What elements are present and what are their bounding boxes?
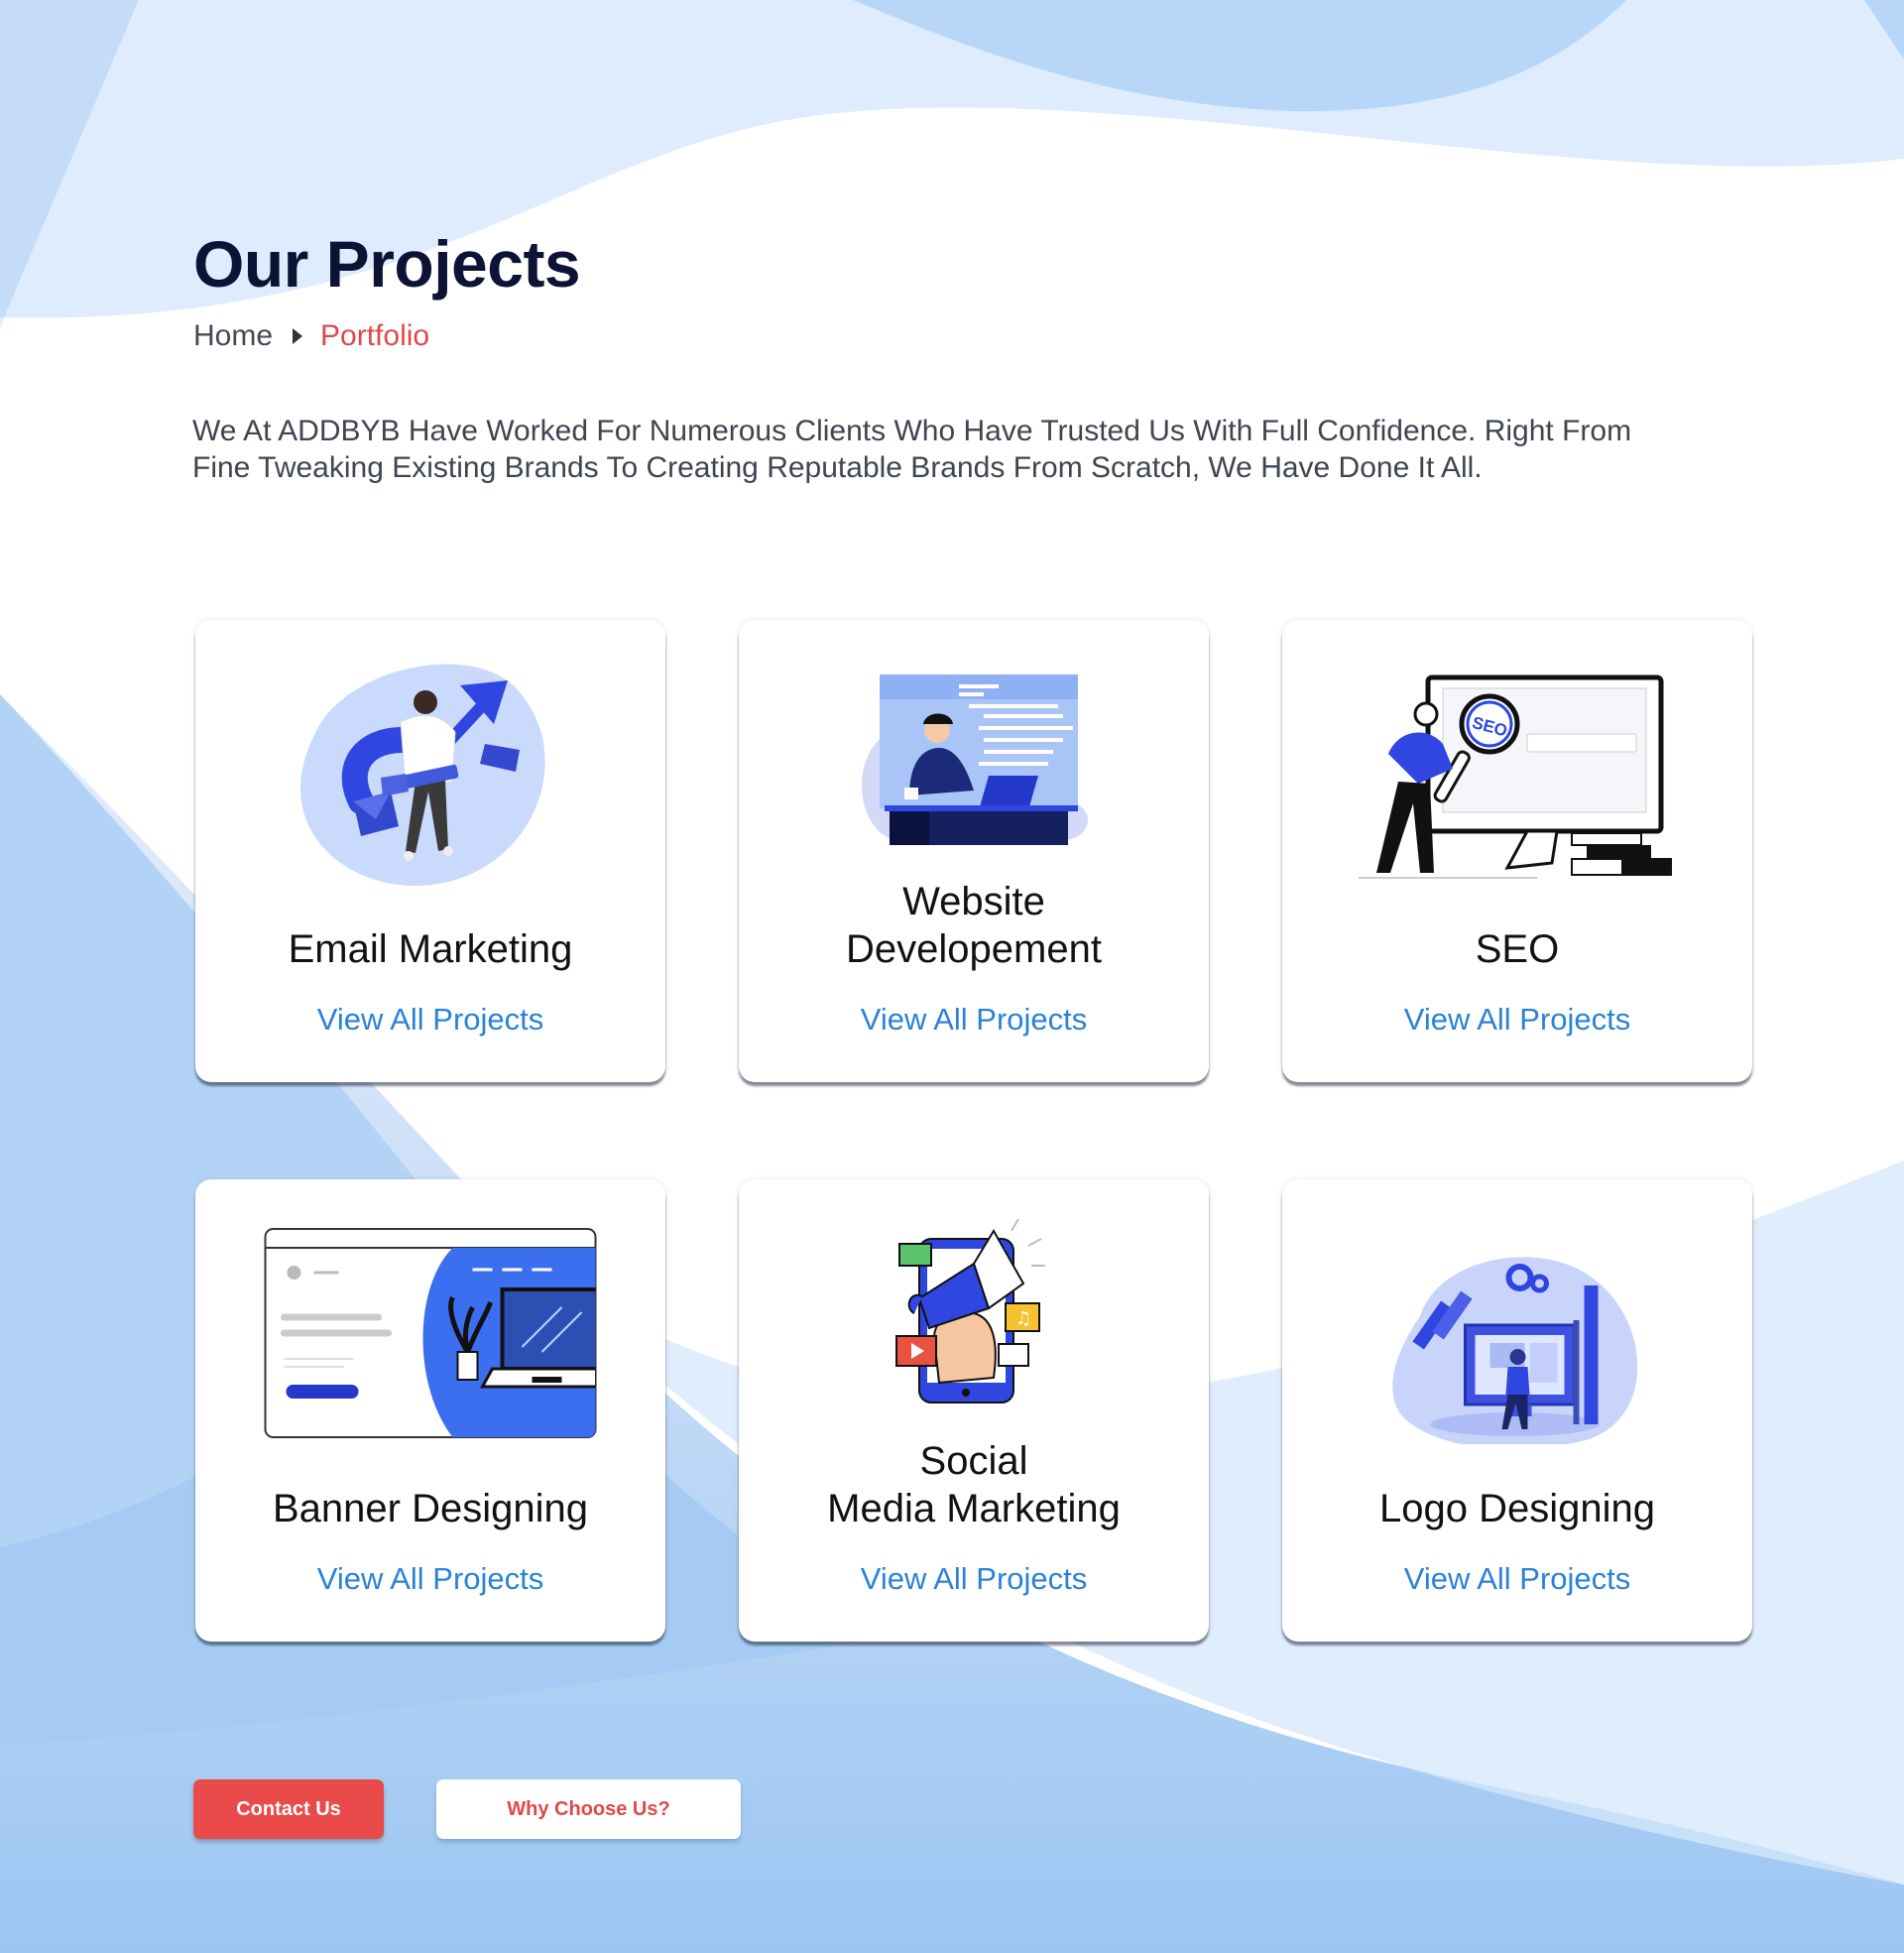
caret-right-icon	[293, 328, 303, 344]
intro-text: We At ADDBYB Have Worked For Numerous Cl…	[192, 413, 1739, 486]
project-card-website-development: Website Developement View All Projects	[739, 620, 1209, 1082]
view-all-projects-link[interactable]: View All Projects	[739, 1002, 1209, 1038]
card-title-line: Email Marketing	[288, 927, 573, 971]
card-title: Social Media Marketing	[739, 1437, 1209, 1532]
view-all-projects-link[interactable]: View All Projects	[195, 1002, 665, 1038]
breadcrumb-current: Portfolio	[320, 319, 430, 352]
contact-us-button[interactable]: Contact Us	[193, 1779, 384, 1839]
card-title-line: SEO	[1475, 927, 1560, 971]
card-title-line: Media Marketing	[827, 1487, 1121, 1530]
view-all-projects-link[interactable]: View All Projects	[1282, 1002, 1752, 1038]
project-card-banner-designing: Banner Designing View All Projects	[195, 1179, 665, 1642]
card-title: Logo Designing	[1282, 1485, 1752, 1532]
view-all-projects-link[interactable]: View All Projects	[1282, 1561, 1752, 1597]
social-media-illustration: ♫	[895, 1219, 1045, 1404]
card-title: Email Marketing	[195, 925, 665, 973]
project-card-social-media-marketing: ♫ Social Media Marketing View All Projec…	[739, 1179, 1209, 1642]
card-title-line: Social	[919, 1439, 1028, 1483]
svg-text:♫: ♫	[1015, 1308, 1031, 1329]
view-all-projects-link[interactable]: View All Projects	[195, 1561, 665, 1597]
email-marketing-illustration	[300, 664, 545, 887]
project-card-logo-designing: Logo Designing View All Projects	[1282, 1179, 1752, 1642]
seo-magnifier-illustration: SEO	[1359, 674, 1672, 879]
card-title-line: Developement	[846, 927, 1102, 971]
card-title-line: Banner Designing	[273, 1487, 588, 1530]
website-development-illustration	[862, 674, 1088, 845]
view-all-projects-link[interactable]: View All Projects	[739, 1561, 1209, 1597]
card-title-line: Logo Designing	[1379, 1487, 1655, 1530]
logo-design-illustration	[1392, 1257, 1638, 1444]
why-choose-us-button[interactable]: Why Choose Us?	[436, 1779, 741, 1839]
banner-design-illustration	[264, 1228, 597, 1438]
intro-line-2: Fine Tweaking Existing Brands To Creatin…	[192, 451, 1483, 484]
project-card-seo: SEO SEO View All Projects	[1282, 620, 1752, 1082]
project-card-email-marketing: Email Marketing View All Projects	[195, 620, 665, 1082]
breadcrumb: Home Portfolio	[193, 319, 429, 353]
card-title: Banner Designing	[195, 1485, 665, 1532]
intro-line-1: We At ADDBYB Have Worked For Numerous Cl…	[192, 415, 1632, 447]
breadcrumb-home[interactable]: Home	[193, 319, 273, 353]
page-title: Our Projects	[193, 227, 581, 301]
card-title: SEO	[1282, 925, 1752, 973]
card-title-line: Website	[902, 880, 1045, 923]
card-title: Website Developement	[739, 878, 1209, 973]
